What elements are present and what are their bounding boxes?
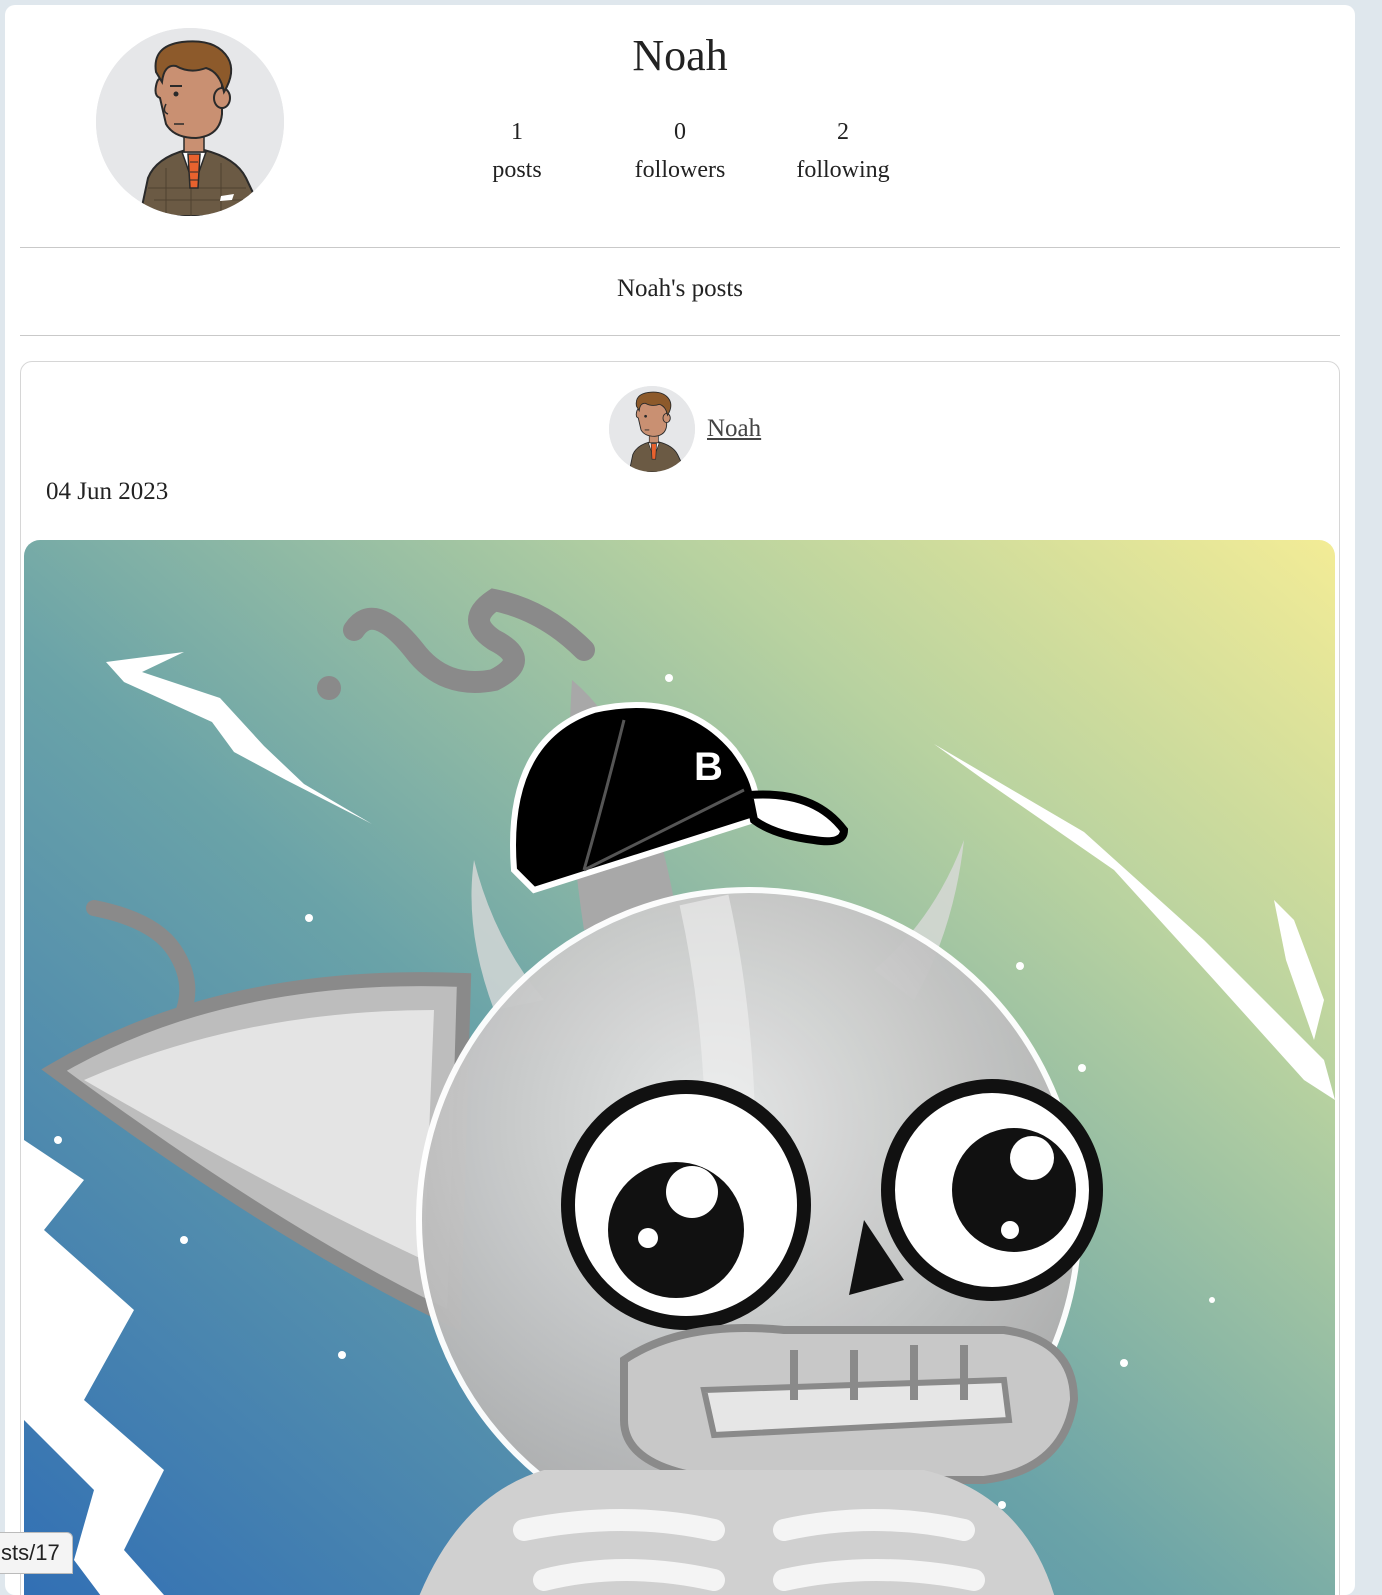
author-link[interactable]: Noah [707, 415, 761, 443]
following-label: following [796, 157, 890, 183]
profile-page: Noah 1 posts 0 followers 2 following Noa… [5, 5, 1355, 1595]
posts-label: posts [492, 157, 542, 183]
divider [20, 247, 1340, 248]
skeleton-cat-illustration: B [24, 540, 1335, 1595]
stat-posts: 1 posts [437, 113, 597, 189]
stat-followers[interactable]: 0 followers [600, 113, 760, 189]
followers-count: 0 [674, 119, 686, 145]
author-avatar[interactable] [609, 386, 695, 472]
link-url-status: sts/17 [0, 1532, 73, 1574]
post-date: 04 Jun 2023 [46, 478, 169, 505]
svg-text:B: B [694, 745, 723, 789]
post-author: Noah [609, 386, 761, 472]
profile-name: Noah [632, 31, 728, 80]
divider [20, 335, 1340, 336]
cartoon-man-avatar-icon [609, 386, 695, 472]
posts-count: 1 [511, 119, 523, 145]
following-count: 2 [837, 119, 849, 145]
posts-heading: Noah's posts [616, 275, 744, 302]
followers-label: followers [634, 157, 726, 183]
post-card: Noah 04 Jun 2023 B [20, 361, 1340, 1595]
post-image[interactable]: B [24, 540, 1335, 1595]
stat-following[interactable]: 2 following [763, 113, 923, 189]
